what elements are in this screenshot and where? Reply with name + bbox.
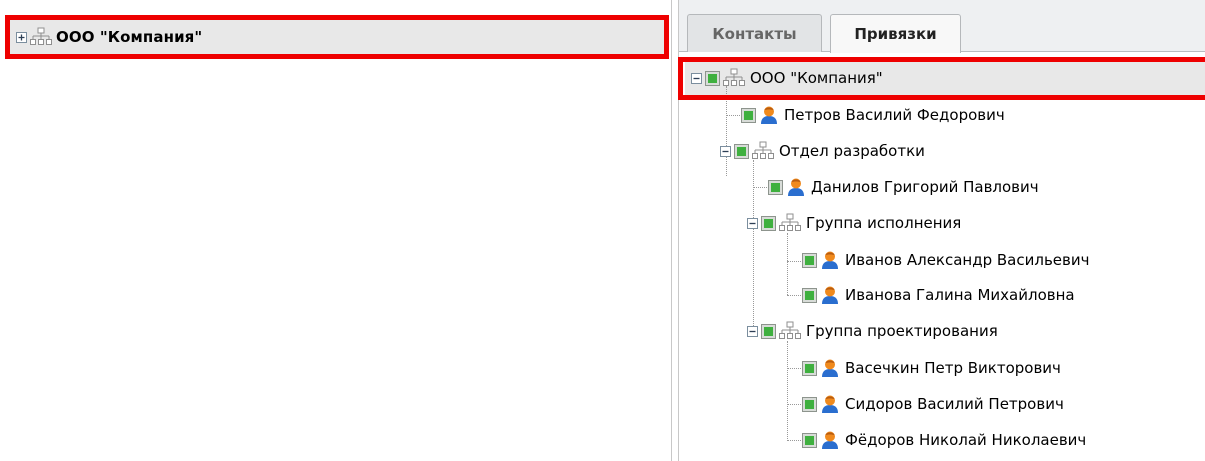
green-check-icon[interactable] bbox=[802, 433, 817, 448]
tab-contacts[interactable]: Контакты bbox=[687, 14, 822, 52]
green-check-icon[interactable] bbox=[802, 397, 817, 412]
org-structure-icon bbox=[30, 27, 52, 47]
tree-node-label: Иванова Галина Михайловна bbox=[845, 286, 1075, 304]
tree-node-person[interactable]: Иванова Галина Михайловна bbox=[802, 282, 1075, 308]
tab-strip: Контакты Привязки bbox=[679, 0, 1205, 53]
plus-box-icon[interactable] bbox=[16, 32, 27, 43]
minus-box-icon[interactable] bbox=[747, 326, 758, 337]
org-structure-icon bbox=[779, 321, 801, 341]
tree-node-label: Отдел разработки bbox=[779, 142, 925, 160]
tree-connector bbox=[787, 368, 801, 370]
tree-node-label: ООО "Компания" bbox=[750, 69, 883, 87]
green-check-icon[interactable] bbox=[768, 180, 783, 195]
green-check-icon[interactable] bbox=[802, 361, 817, 376]
tree-node-label: Группа исполнения bbox=[806, 214, 962, 232]
minus-box-icon[interactable] bbox=[691, 73, 702, 84]
tab-contacts-label: Контакты bbox=[712, 24, 797, 43]
tree-connector bbox=[753, 160, 755, 330]
org-structure-icon bbox=[779, 213, 801, 233]
green-check-icon[interactable] bbox=[802, 288, 817, 303]
org-structure-icon bbox=[723, 68, 745, 88]
person-icon bbox=[820, 430, 840, 450]
tree-node-label: Сидоров Василий Петрович bbox=[845, 395, 1064, 413]
green-check-icon[interactable] bbox=[734, 144, 749, 159]
green-check-icon[interactable] bbox=[761, 324, 776, 339]
tree-node-person[interactable]: Сидоров Василий Петрович bbox=[802, 391, 1064, 417]
tree-node-label: Васечкин Петр Викторович bbox=[845, 359, 1061, 377]
tree-connector bbox=[787, 261, 801, 263]
green-check-icon[interactable] bbox=[741, 108, 756, 123]
tree-node-label: Иванов Александр Васильевич bbox=[845, 251, 1090, 269]
tree-node-label: Данилов Григорий Павлович bbox=[811, 178, 1039, 196]
tree-node-department[interactable]: Отдел разработки bbox=[720, 138, 925, 164]
org-structure-icon bbox=[752, 141, 774, 161]
tree-connector bbox=[787, 341, 789, 441]
tree-connector bbox=[753, 187, 767, 189]
minus-box-icon[interactable] bbox=[747, 218, 758, 229]
person-icon bbox=[759, 105, 779, 125]
person-icon bbox=[786, 177, 806, 197]
bindings-tree: ООО "Компания" Петров Василий Федорович … bbox=[679, 52, 1205, 461]
tree-node-root[interactable]: ООО "Компания" bbox=[691, 65, 883, 91]
tree-node-label: Группа проектирования bbox=[806, 322, 998, 340]
tree-node-group[interactable]: Группа проектирования bbox=[747, 318, 998, 344]
person-icon bbox=[820, 285, 840, 305]
green-check-icon[interactable] bbox=[802, 253, 817, 268]
green-check-icon[interactable] bbox=[761, 216, 776, 231]
left-tree-root-row[interactable]: ООО "Компания" bbox=[8, 18, 666, 56]
tab-bindings[interactable]: Привязки bbox=[830, 14, 961, 53]
tree-node-person[interactable]: Данилов Григорий Павлович bbox=[768, 174, 1039, 200]
tree-node-person[interactable]: Васечкин Петр Викторович bbox=[802, 355, 1061, 381]
tree-node-group[interactable]: Группа исполнения bbox=[747, 210, 961, 236]
tab-bindings-label: Привязки bbox=[854, 25, 937, 43]
tree-connector bbox=[787, 440, 801, 442]
tree-node-person[interactable]: Фёдоров Николай Николаевич bbox=[802, 427, 1086, 453]
tree-connector bbox=[787, 233, 789, 295]
tree-connector bbox=[787, 404, 801, 406]
tree-node-person[interactable]: Петров Василий Федорович bbox=[741, 102, 1005, 128]
tree-node-label: Петров Василий Федорович bbox=[784, 106, 1005, 124]
green-check-icon[interactable] bbox=[705, 71, 720, 86]
tree-node-person[interactable]: Иванов Александр Васильевич bbox=[802, 247, 1089, 273]
minus-box-icon[interactable] bbox=[720, 146, 731, 157]
person-icon bbox=[820, 250, 840, 270]
tree-connector bbox=[787, 295, 801, 297]
right-detail-panel: Контакты Привязки ООО "Компания" Петров … bbox=[678, 0, 1205, 461]
tree-connector bbox=[726, 115, 740, 117]
left-tree-panel: ООО "Компания" bbox=[0, 0, 672, 461]
person-icon bbox=[820, 358, 840, 378]
person-icon bbox=[820, 394, 840, 414]
tree-node-label: Фёдоров Николай Николаевич bbox=[845, 431, 1087, 449]
left-tree-root-label[interactable]: ООО "Компания" bbox=[56, 28, 202, 46]
